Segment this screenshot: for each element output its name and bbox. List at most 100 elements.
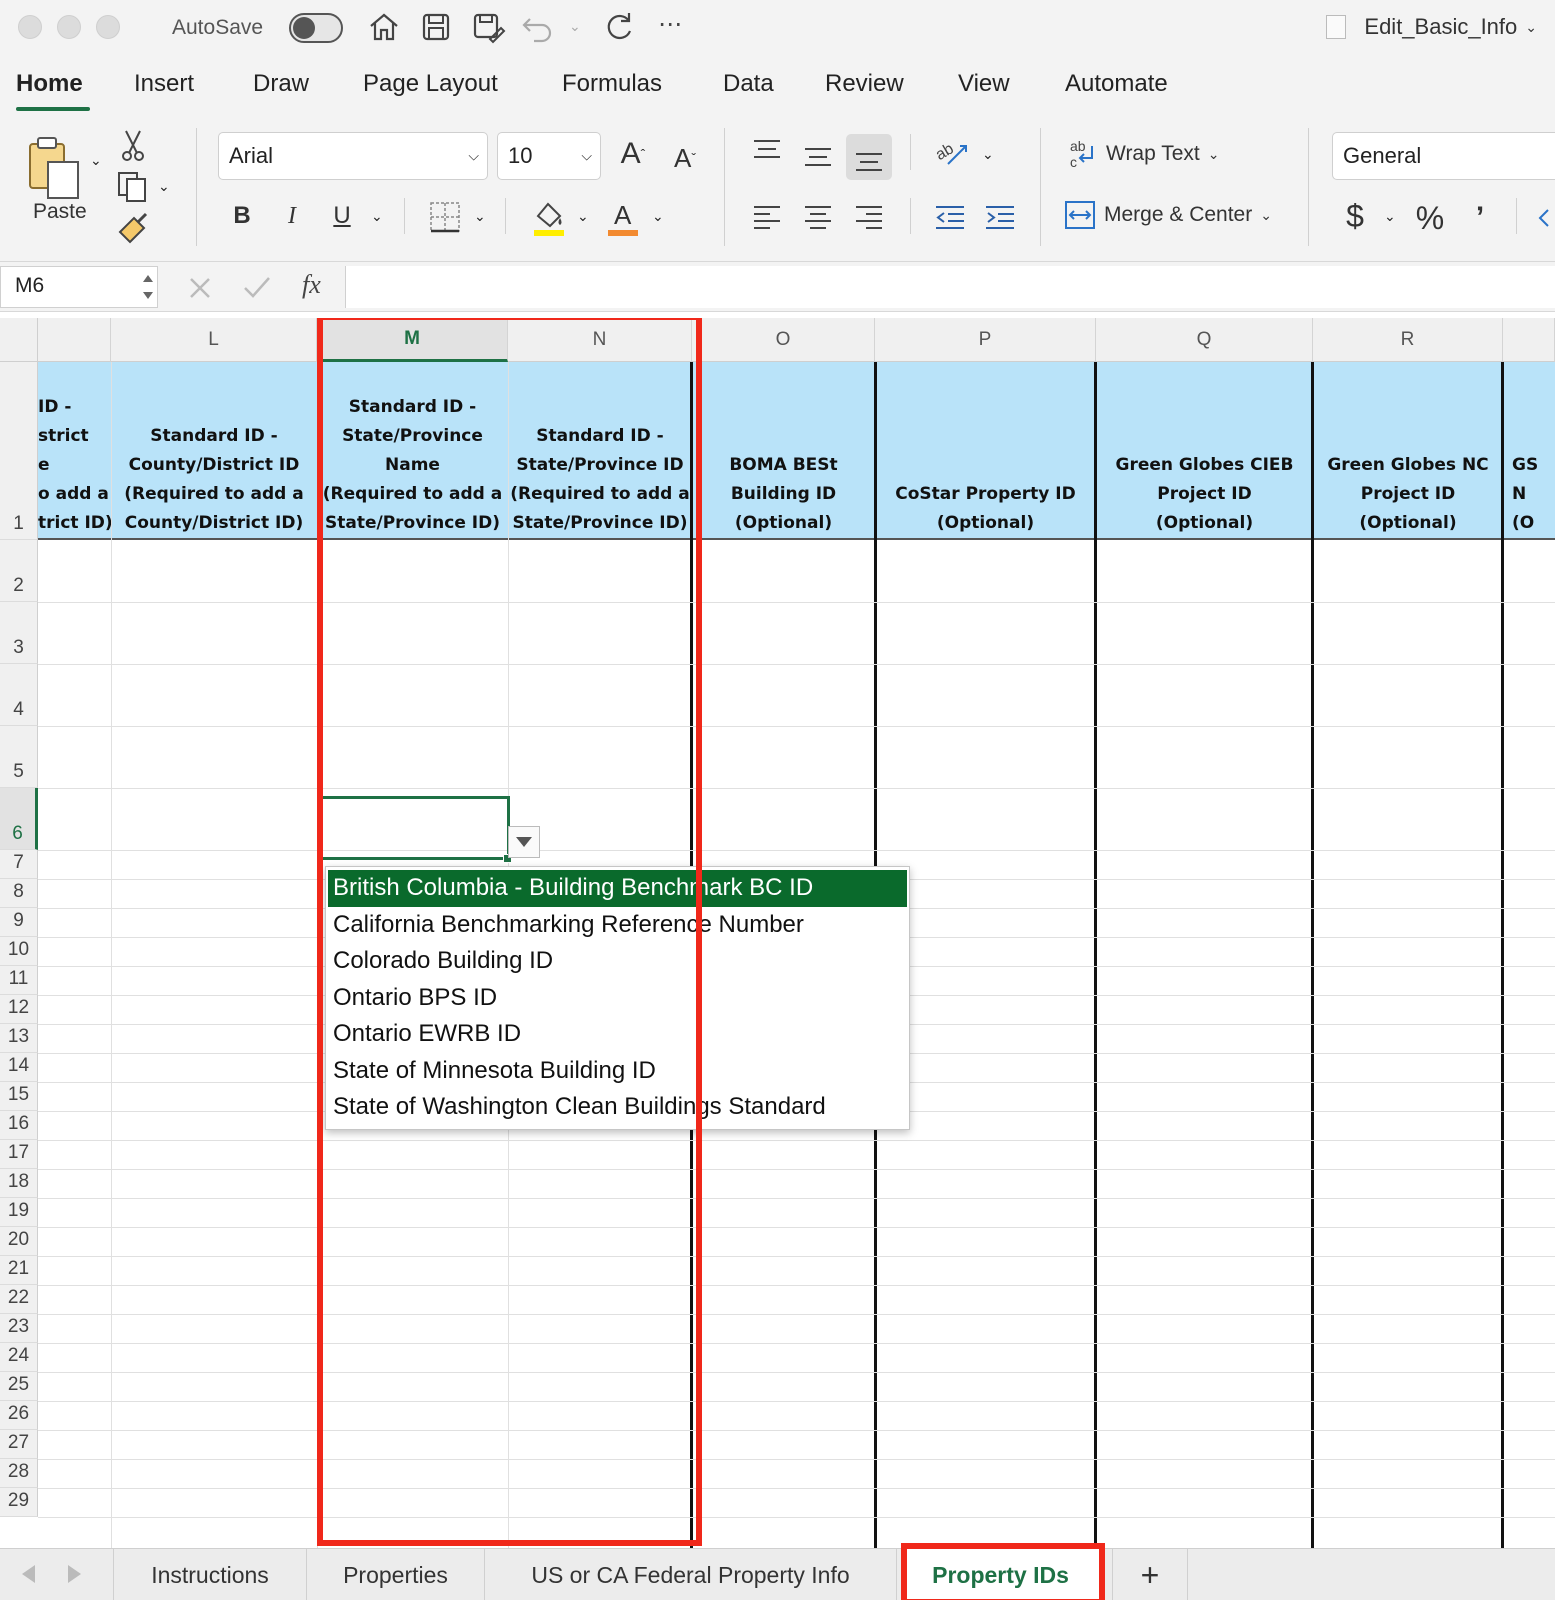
row-header[interactable]: 20 (0, 1227, 38, 1256)
column-header-r[interactable]: R (1313, 318, 1503, 362)
paste-icon[interactable] (26, 134, 84, 200)
currency-format-button[interactable]: $ (1340, 194, 1370, 238)
formula-input[interactable] (345, 266, 1555, 308)
zoom-window-button[interactable] (96, 15, 120, 39)
row-header[interactable]: 4 (0, 664, 38, 726)
header-cell-q[interactable]: Green Globes CIEB Project ID (Optional) (1096, 362, 1313, 540)
wrap-text-button[interactable]: ab c Wrap Text ⌄ (1068, 138, 1220, 170)
sheet-tab-instructions[interactable]: Instructions (113, 1549, 307, 1600)
list-option[interactable]: Ontario EWRB ID (328, 1016, 907, 1053)
underline-button[interactable]: U (328, 198, 356, 234)
cut-icon[interactable] (120, 128, 146, 162)
save-icon[interactable] (418, 9, 454, 45)
add-sheet-button[interactable]: + (1112, 1549, 1188, 1600)
tab-home[interactable]: Home (16, 70, 83, 98)
next-sheet-icon[interactable] (68, 1565, 81, 1583)
percent-format-button[interactable]: % (1410, 196, 1450, 240)
more-options-icon[interactable]: ⋯ (658, 10, 682, 39)
comma-style-button[interactable]: ’ (1468, 196, 1492, 240)
list-option[interactable]: Ontario BPS ID (328, 980, 907, 1017)
increase-indent-icon[interactable] (984, 204, 1016, 232)
row-header[interactable]: 27 (0, 1430, 38, 1459)
file-title[interactable]: Edit_Basic_Info ⌄ (1326, 14, 1537, 40)
row-header[interactable]: 25 (0, 1372, 38, 1401)
tab-formulas[interactable]: Formulas (562, 70, 662, 98)
tab-review[interactable]: Review (825, 70, 904, 98)
row-header[interactable]: 15 (0, 1082, 38, 1111)
cancel-entry-icon[interactable] (188, 276, 212, 300)
row-header[interactable]: 8 (0, 879, 38, 908)
increase-decimal-icon[interactable] (1536, 206, 1555, 230)
tab-insert[interactable]: Insert (134, 70, 194, 98)
currency-chevron-icon[interactable]: ⌄ (1384, 208, 1396, 225)
close-window-button[interactable] (18, 15, 42, 39)
undo-icon[interactable] (520, 9, 556, 45)
align-middle-icon[interactable] (803, 144, 833, 172)
fill-color-icon[interactable] (532, 198, 566, 238)
format-painter-icon[interactable] (116, 212, 152, 244)
align-bottom-button[interactable] (846, 134, 892, 180)
row-header[interactable]: 1 (0, 362, 38, 540)
data-validation-dropdown-button[interactable] (508, 826, 540, 858)
sheet-tab-us-ca-federal-property-info[interactable]: US or CA Federal Property Info (485, 1549, 897, 1600)
row-header[interactable]: 9 (0, 908, 38, 937)
confirm-entry-icon[interactable] (242, 274, 272, 300)
list-option[interactable]: British Columbia - Building Benchmark BC… (328, 870, 907, 907)
tab-data[interactable]: Data (723, 70, 774, 98)
row-header[interactable]: 16 (0, 1111, 38, 1140)
decrease-indent-icon[interactable] (934, 204, 966, 232)
orientation-chevron-icon[interactable]: ⌄ (982, 146, 994, 163)
redo-icon[interactable] (601, 9, 637, 45)
list-option[interactable]: Colorado Building ID (328, 943, 907, 980)
header-cell-o[interactable]: BOMA BESt Building ID (Optional) (692, 362, 875, 540)
paste-chevron-icon[interactable]: ⌄ (90, 152, 102, 169)
previous-sheet-icon[interactable] (22, 1565, 35, 1583)
row-header[interactable]: 18 (0, 1169, 38, 1198)
column-header-s[interactable] (1503, 318, 1555, 362)
name-box[interactable]: M6 (0, 266, 158, 308)
row-header[interactable]: 11 (0, 966, 38, 995)
minimize-window-button[interactable] (57, 15, 81, 39)
align-left-icon[interactable] (752, 204, 782, 232)
column-header-k[interactable] (38, 318, 111, 362)
row-header[interactable]: 23 (0, 1314, 38, 1343)
column-header-m[interactable]: M (317, 318, 508, 362)
number-format-select[interactable]: General (1332, 132, 1555, 180)
row-header[interactable]: 24 (0, 1343, 38, 1372)
row-header[interactable]: 22 (0, 1285, 38, 1314)
italic-button[interactable]: I (278, 198, 306, 234)
row-header[interactable]: 3 (0, 602, 38, 664)
row-header[interactable]: 26 (0, 1401, 38, 1430)
header-cell-p[interactable]: CoStar Property ID (Optional) (875, 362, 1096, 540)
bold-button[interactable]: B (228, 198, 256, 234)
column-header-n[interactable]: N (508, 318, 692, 362)
header-cell-m[interactable]: Standard ID - State/Province Name (Requi… (317, 362, 508, 540)
row-header[interactable]: 10 (0, 937, 38, 966)
insert-function-button[interactable]: fx (302, 270, 321, 300)
tab-automate[interactable]: Automate (1065, 70, 1168, 98)
row-header[interactable]: 5 (0, 726, 38, 788)
select-all-corner[interactable] (0, 318, 38, 362)
column-header-o[interactable]: O (692, 318, 875, 362)
list-option[interactable]: California Benchmarking Reference Number (328, 907, 907, 944)
decrease-font-size-button[interactable]: Aˇ (666, 138, 704, 178)
font-color-chevron-icon[interactable]: ⌄ (652, 208, 664, 225)
sheet-tab-property-ids[interactable]: Property IDs (902, 1549, 1100, 1600)
column-header-p[interactable]: P (875, 318, 1096, 362)
row-header[interactable]: 12 (0, 995, 38, 1024)
fill-color-chevron-icon[interactable]: ⌄ (577, 208, 589, 225)
column-header-q[interactable]: Q (1096, 318, 1313, 362)
header-cell-r[interactable]: Green Globes NC Project ID (Optional) (1313, 362, 1503, 540)
name-box-stepper-icon[interactable] (141, 271, 155, 303)
borders-chevron-icon[interactable]: ⌄ (474, 208, 486, 225)
list-option[interactable]: State of Minnesota Building ID (328, 1053, 907, 1090)
row-header[interactable]: 2 (0, 540, 38, 602)
list-option[interactable]: State of Washington Clean Buildings Stan… (328, 1089, 907, 1126)
tab-draw[interactable]: Draw (253, 70, 309, 98)
row-header[interactable]: 7 (0, 850, 38, 879)
underline-chevron-icon[interactable]: ⌄ (371, 208, 383, 225)
increase-font-size-button[interactable]: Aˆ (614, 134, 652, 174)
active-cell-m6[interactable] (317, 796, 510, 860)
font-size-select[interactable]: 10 ⌵ (497, 132, 601, 180)
row-header[interactable]: 21 (0, 1256, 38, 1285)
